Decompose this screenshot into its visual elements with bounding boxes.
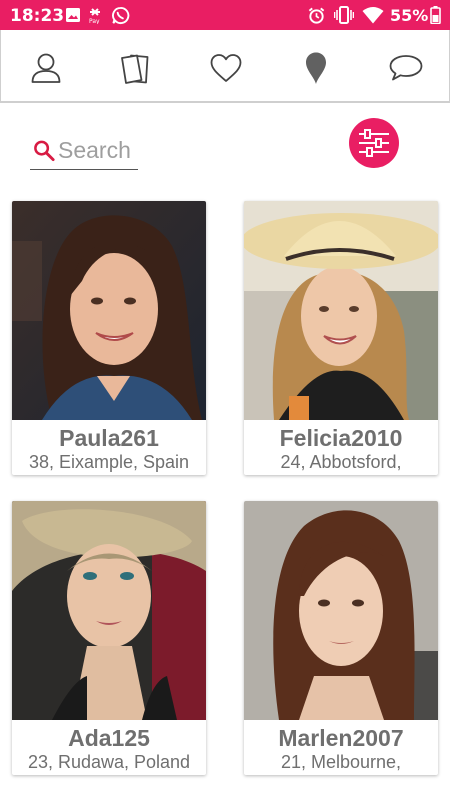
nav-profile-button[interactable] xyxy=(26,48,66,88)
nav-cards-button[interactable] xyxy=(115,48,155,88)
location-pin-icon xyxy=(306,52,326,84)
profile-info: Ada125 23, Rudawa, Poland xyxy=(12,720,206,775)
nav-favorites-button[interactable] xyxy=(206,48,246,88)
wifi-icon xyxy=(362,6,384,24)
profile-details: 21, Melbourne, xyxy=(280,752,402,772)
search-input[interactable] xyxy=(58,137,138,164)
battery-level: 55% xyxy=(390,6,429,25)
profile-photo xyxy=(12,501,206,720)
vibrate-icon xyxy=(334,6,354,24)
status-bar: 18:23 Pay 55% xyxy=(0,0,450,30)
messages-chat-icon xyxy=(389,55,423,81)
profile-card[interactable]: Marlen2007 21, Melbourne, xyxy=(244,501,438,775)
nav-location-button[interactable] xyxy=(296,48,336,88)
profile-details: 23, Rudawa, Poland xyxy=(27,752,191,772)
cards-icon xyxy=(121,54,149,84)
profile-name: Marlen2007 xyxy=(278,725,404,751)
search-icon xyxy=(34,140,55,161)
favorites-heart-icon xyxy=(210,54,242,82)
profile-photo xyxy=(12,201,206,420)
profile-card[interactable]: Ada125 23, Rudawa, Poland xyxy=(12,501,206,775)
profile-photo xyxy=(244,201,438,420)
filter-sliders-icon xyxy=(359,129,389,157)
image-icon xyxy=(64,6,82,24)
profile-name: Paula261 xyxy=(59,425,159,451)
top-navigation-bar xyxy=(0,30,450,103)
profile-card[interactable]: Paula261 38, Eixample, Spain xyxy=(12,201,206,475)
profile-name: Felicia2010 xyxy=(279,425,403,451)
profile-name: Ada125 xyxy=(68,725,150,751)
search-bar[interactable] xyxy=(30,132,138,170)
profile-details: 24, Abbotsford, xyxy=(280,452,402,472)
svg-text:Pay: Pay xyxy=(89,18,100,24)
alarm-icon xyxy=(306,6,326,24)
nav-messages-button[interactable] xyxy=(386,48,426,88)
filter-button[interactable] xyxy=(349,118,399,168)
profile-card[interactable]: Felicia2010 24, Abbotsford, xyxy=(244,201,438,475)
profile-photo xyxy=(244,501,438,720)
app-screen: 18:23 Pay 55% Search Paula261 38, Eixamp… xyxy=(0,0,450,800)
whatsapp-icon xyxy=(110,6,130,24)
profile-details: 38, Eixample, Spain xyxy=(28,452,190,472)
profile-info: Marlen2007 21, Melbourne, xyxy=(244,720,438,775)
profile-info: Felicia2010 24, Abbotsford, xyxy=(244,420,438,475)
profile-info: Paula261 38, Eixample, Spain xyxy=(12,420,206,475)
battery-icon xyxy=(429,6,441,24)
pay-icon: Pay xyxy=(86,6,108,24)
status-time: 18:23 xyxy=(10,6,65,26)
profile-icon xyxy=(31,53,61,83)
